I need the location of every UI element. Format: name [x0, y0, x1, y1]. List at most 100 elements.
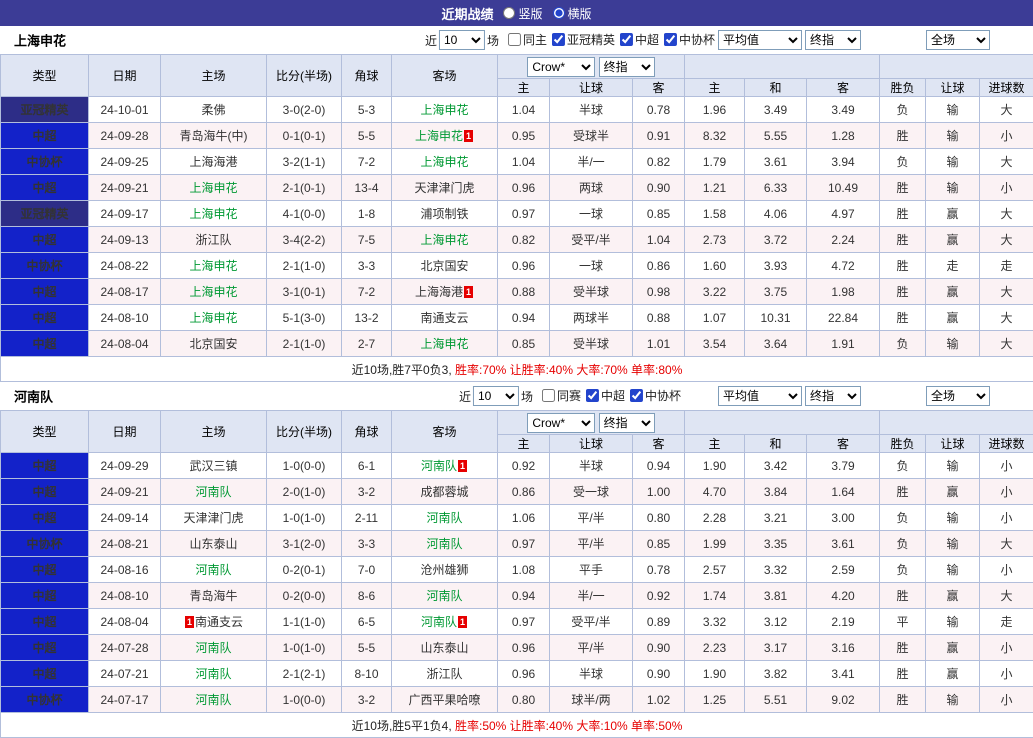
league-filter-checkbox[interactable] [630, 389, 643, 402]
avg-home: 2.23 [685, 635, 745, 661]
match-row: 中超24-09-28青岛海牛(中)0-1(0-1)5-5上海申花10.95受球半… [1, 123, 1033, 149]
team-link: 上海申花 [420, 155, 468, 169]
filter-label: 同赛 [557, 387, 581, 404]
match-count-select[interactable]: 10 [473, 386, 519, 406]
final-odds-select[interactable]: 终指 [805, 386, 861, 406]
average-select[interactable]: 平均值 [718, 386, 802, 406]
final-odds-select[interactable]: 终指 [599, 57, 655, 77]
avg-away: 1.64 [807, 479, 880, 505]
radio-label-text: 横版 [568, 5, 592, 22]
average-select[interactable]: 平均值 [718, 30, 802, 50]
col-avg-away: 客 [807, 79, 880, 97]
odds-away: 1.00 [633, 479, 685, 505]
same-filter-checkbox[interactable] [542, 389, 555, 402]
odds-away: 0.89 [633, 609, 685, 635]
corner-score: 7-2 [342, 149, 392, 175]
odds-home: 0.96 [498, 635, 550, 661]
scope-select[interactable]: 全场 [926, 386, 990, 406]
result-wdl: 胜 [880, 583, 926, 609]
avg-draw: 3.21 [745, 505, 807, 531]
filter-label: 中协杯 [645, 387, 681, 404]
scope-select[interactable]: 全场 [926, 30, 990, 50]
red-card-icon: 1 [185, 616, 194, 628]
league-filter-checkbox-label[interactable]: 中超 [586, 387, 625, 404]
league-filter-checkbox[interactable] [552, 33, 565, 46]
final-odds-select[interactable]: 终指 [805, 30, 861, 50]
avg-home: 4.70 [685, 479, 745, 505]
league-filter-checkbox[interactable] [664, 33, 677, 46]
corner-score: 7-0 [342, 557, 392, 583]
result-goals: 小 [980, 453, 1033, 479]
match-row: 中协杯24-08-22上海申花2-1(1-0)3-3北京国安0.96一球0.86… [1, 253, 1033, 279]
avg-draw: 3.42 [745, 453, 807, 479]
home-team: 天津津门虎 [161, 505, 267, 531]
odds-home: 0.80 [498, 687, 550, 713]
avg-away: 2.24 [807, 227, 880, 253]
corner-score: 3-2 [342, 479, 392, 505]
handicap: 受半球 [550, 331, 633, 357]
avg-away: 2.19 [807, 609, 880, 635]
vertical-layout-radio[interactable] [503, 7, 515, 19]
avg-draw: 3.81 [745, 583, 807, 609]
team-link: 上海申花 [189, 181, 237, 195]
result-handicap: 赢 [926, 305, 980, 331]
league-badge: 中超 [1, 305, 89, 331]
league-filter-checkbox-label[interactable]: 亚冠精英 [552, 31, 615, 48]
league-badge: 中协杯 [1, 531, 89, 557]
league-filter-checkbox-label[interactable]: 中协杯 [664, 31, 715, 48]
odds-home: 0.85 [498, 331, 550, 357]
team-link: 上海申花 [415, 129, 463, 143]
result-handicap: 赢 [926, 479, 980, 505]
home-team: 北京国安 [161, 331, 267, 357]
odds-away: 0.94 [633, 453, 685, 479]
team-link: 成都蓉城 [420, 485, 468, 499]
league-filter-checkbox[interactable] [586, 389, 599, 402]
team-link: 武汉三镇 [189, 459, 237, 473]
result-wdl: 胜 [880, 201, 926, 227]
match-count-select[interactable]: 10 [439, 30, 485, 50]
score: 2-1(0-1) [267, 175, 342, 201]
away-team: 上海申花 [392, 97, 498, 123]
result-wdl: 胜 [880, 227, 926, 253]
same-filter-checkbox-label[interactable]: 同主 [508, 31, 547, 48]
score: 1-1(1-0) [267, 609, 342, 635]
team-link: 天津津门虎 [183, 511, 243, 525]
section-header: 河南队 近 10 场 同赛中超中协杯 平均值 终指 全场 [0, 382, 1033, 410]
avg-away: 4.20 [807, 583, 880, 609]
league-filter-checkbox-label[interactable]: 中超 [620, 31, 659, 48]
handicap: 半/一 [550, 149, 633, 175]
horizontal-layout-radio[interactable] [553, 7, 565, 19]
score: 1-0(1-0) [267, 635, 342, 661]
odds-home: 0.88 [498, 279, 550, 305]
layout-option-vertical[interactable]: 竖版 [503, 5, 542, 22]
avg-draw: 3.32 [745, 557, 807, 583]
team-name: 上海申花 [14, 31, 66, 50]
league-badge: 中超 [1, 175, 89, 201]
match-row: 中超24-08-10上海申花5-1(3-0)13-2南通支云0.94两球半0.8… [1, 305, 1033, 331]
avg-home: 1.21 [685, 175, 745, 201]
layout-option-horizontal[interactable]: 横版 [553, 5, 592, 22]
avg-away: 3.79 [807, 453, 880, 479]
match-row: 中超24-07-28河南队1-0(1-0)5-5山东泰山0.96平/半0.902… [1, 635, 1033, 661]
avg-draw: 5.55 [745, 123, 807, 149]
avg-away: 3.49 [807, 97, 880, 123]
same-filter-checkbox-label[interactable]: 同赛 [542, 387, 581, 404]
league-filter-checkbox[interactable] [620, 33, 633, 46]
same-filter-checkbox[interactable] [508, 33, 521, 46]
avg-home: 2.57 [685, 557, 745, 583]
summary-stat: 大率:10% [576, 719, 631, 733]
odds-away: 0.85 [633, 531, 685, 557]
team-link: 沧州雄狮 [420, 563, 468, 577]
odds-home: 0.94 [498, 305, 550, 331]
match-row: 中超24-08-17上海申花3-1(0-1)7-2上海海港10.88受半球0.9… [1, 279, 1033, 305]
odds-source-select[interactable]: Crow* [527, 57, 595, 77]
away-team: 河南队 [392, 505, 498, 531]
match-date: 24-07-21 [89, 661, 161, 687]
final-odds-select[interactable]: 终指 [599, 413, 655, 433]
home-team: 上海申花 [161, 305, 267, 331]
result-goals: 大 [980, 201, 1033, 227]
match-row: 中超24-08-04北京国安2-1(1-0)2-7上海申花0.85受半球1.01… [1, 331, 1033, 357]
corner-score: 5-5 [342, 123, 392, 149]
league-filter-checkbox-label[interactable]: 中协杯 [630, 387, 681, 404]
odds-source-select[interactable]: Crow* [527, 413, 595, 433]
